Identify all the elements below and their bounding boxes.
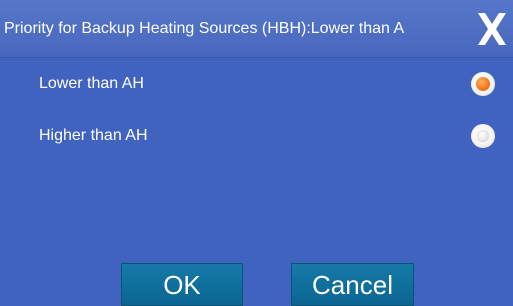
option-label-lower-than-ah: Lower than AH [39, 75, 144, 92]
close-button[interactable] [474, 9, 510, 49]
ok-button[interactable]: OK [121, 263, 243, 306]
cancel-button[interactable]: Cancel [291, 263, 414, 306]
option-lower-than-ah[interactable]: Lower than AH [0, 66, 513, 102]
close-x-icon[interactable] [474, 9, 510, 49]
radio-lower-than-ah[interactable] [471, 72, 495, 96]
dialog-title-bar: Priority for Backup Heating Sources (HBH… [0, 0, 513, 58]
radio-higher-than-ah[interactable] [471, 124, 495, 148]
option-label-higher-than-ah: Higher than AH [39, 127, 148, 144]
radio-selected-dot [476, 77, 490, 91]
priority-dialog: Priority for Backup Heating Sources (HBH… [0, 0, 513, 306]
option-higher-than-ah[interactable]: Higher than AH [0, 118, 513, 154]
dialog-title: Priority for Backup Heating Sources (HBH… [4, 20, 405, 37]
radio-unselected-dot [477, 130, 489, 142]
